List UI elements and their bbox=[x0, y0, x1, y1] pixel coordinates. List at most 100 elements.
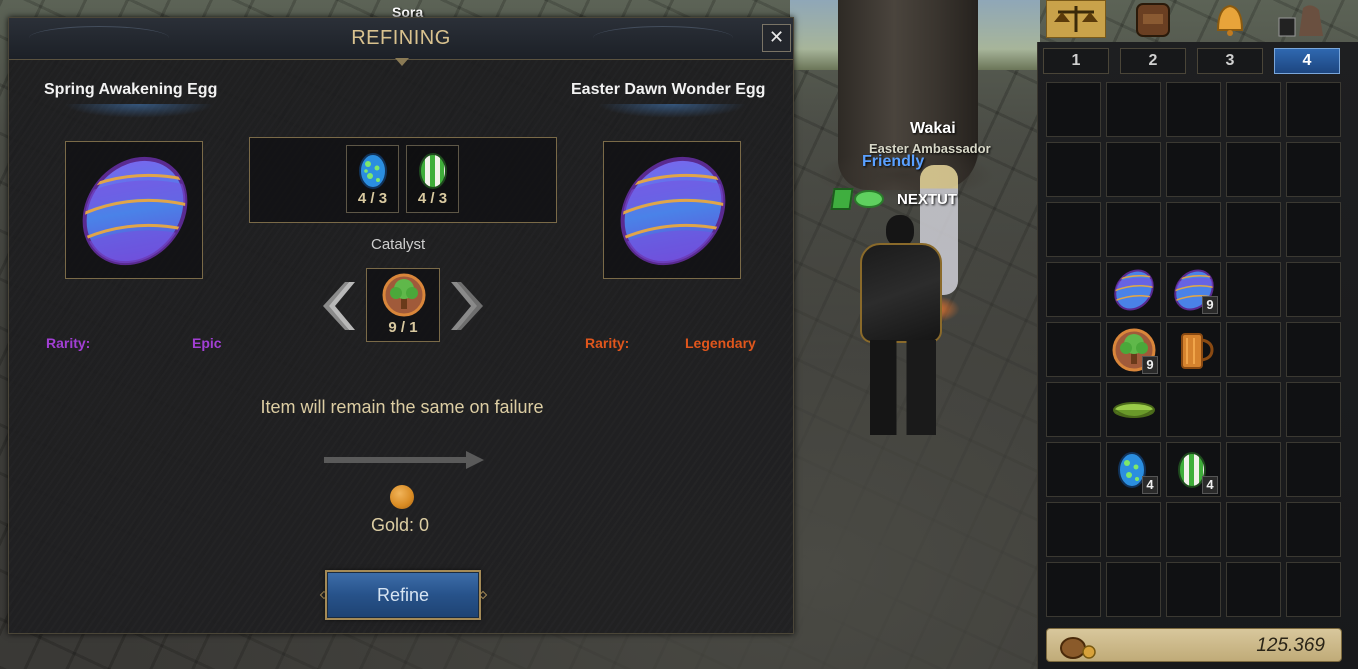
source-rarity-label: Rarity: bbox=[46, 335, 91, 351]
inventory-slot[interactable] bbox=[1286, 562, 1341, 617]
previous-catalyst-arrow-icon[interactable] bbox=[319, 280, 355, 332]
purple-egg-icon bbox=[78, 156, 192, 266]
inventory-tab-2[interactable]: 2 bbox=[1120, 48, 1186, 74]
inventory-slot[interactable]: 4 bbox=[1106, 442, 1161, 497]
gold-cost: Gold: 0 bbox=[371, 515, 430, 535]
inventory-slot[interactable] bbox=[1286, 322, 1341, 377]
close-button[interactable]: ✕ bbox=[762, 24, 791, 52]
inventory-slot[interactable]: 4 bbox=[1166, 442, 1221, 497]
inventory-slot[interactable] bbox=[1286, 202, 1341, 257]
inventory-slot[interactable] bbox=[1106, 142, 1161, 197]
material-count: 4 / 3 bbox=[357, 190, 388, 207]
inventory-slot[interactable] bbox=[1286, 142, 1341, 197]
inventory-slot[interactable] bbox=[1046, 502, 1101, 557]
inventory-slot[interactable] bbox=[1046, 142, 1101, 197]
inventory-tab-3[interactable]: 3 bbox=[1197, 48, 1263, 74]
inventory-slot[interactable] bbox=[1226, 262, 1281, 317]
inventory-slot[interactable] bbox=[1226, 502, 1281, 557]
source-item-name: Spring Awakening Egg bbox=[44, 81, 218, 98]
inventory-slot[interactable] bbox=[1226, 82, 1281, 137]
inventory-slot[interactable]: 9 bbox=[1106, 322, 1161, 377]
inventory-slot[interactable] bbox=[1286, 262, 1341, 317]
inventory-slot[interactable] bbox=[1286, 82, 1341, 137]
inventory-slot[interactable] bbox=[1286, 442, 1341, 497]
inventory-slot[interactable] bbox=[1226, 322, 1281, 377]
backpack-icon[interactable] bbox=[1123, 0, 1183, 38]
inventory-slot[interactable] bbox=[1226, 562, 1281, 617]
source-item-slot[interactable] bbox=[65, 141, 203, 279]
wooden-mug-icon bbox=[1181, 333, 1214, 369]
inventory-slot[interactable]: 9 bbox=[1166, 262, 1221, 317]
inventory-slot[interactable] bbox=[1046, 442, 1101, 497]
guild-emblem-icon bbox=[830, 186, 890, 212]
inventory-tab-4[interactable]: 4 bbox=[1274, 48, 1340, 74]
inventory-slot[interactable] bbox=[1046, 382, 1101, 437]
source-rarity-value: Epic bbox=[192, 335, 222, 351]
inventory-slot[interactable] bbox=[1046, 82, 1101, 137]
inventory-slot[interactable] bbox=[1226, 202, 1281, 257]
catalyst-label: Catalyst bbox=[371, 236, 426, 253]
material-slot[interactable]: 4 / 3 bbox=[406, 145, 459, 213]
scales-icon[interactable] bbox=[1046, 0, 1106, 38]
inventory-slot[interactable] bbox=[1106, 382, 1161, 437]
inventory-slot[interactable] bbox=[1226, 442, 1281, 497]
inventory-slot[interactable] bbox=[1106, 82, 1161, 137]
inventory-slot[interactable] bbox=[1106, 562, 1161, 617]
next-catalyst-arrow-icon[interactable] bbox=[451, 280, 487, 332]
inventory-slot[interactable] bbox=[1166, 562, 1221, 617]
catalyst-slot[interactable]: 9 / 1 bbox=[366, 268, 440, 342]
gold-balance: 125.369 bbox=[1256, 635, 1325, 656]
inventory-slot[interactable] bbox=[1166, 502, 1221, 557]
inventory-slot[interactable] bbox=[1166, 142, 1221, 197]
required-materials-panel: 4 / 3 4 / 3 bbox=[249, 137, 557, 223]
result-item-name: Easter Dawn Wonder Egg bbox=[571, 81, 766, 98]
player-character[interactable] bbox=[848, 215, 958, 440]
window-title: REFINING bbox=[351, 27, 451, 49]
inventory-slot[interactable] bbox=[1106, 502, 1161, 557]
inventory-slot[interactable] bbox=[1046, 202, 1101, 257]
inventory-slot[interactable] bbox=[1106, 262, 1161, 317]
catalyst-count: 9 / 1 bbox=[388, 319, 418, 336]
inventory-slot[interactable] bbox=[1226, 382, 1281, 437]
inventory-slot[interactable] bbox=[1286, 382, 1341, 437]
gold-balance-bar: 125.369 bbox=[1046, 628, 1342, 662]
inventory-slot[interactable] bbox=[1166, 202, 1221, 257]
result-item-slot[interactable] bbox=[603, 141, 741, 279]
name-underglow bbox=[597, 104, 747, 118]
failure-notice: Item will remain the same on failure bbox=[260, 397, 544, 417]
purple-egg-icon bbox=[616, 156, 730, 266]
material-count: 4 / 3 bbox=[417, 190, 448, 207]
inventory-panel: 1 2 3 4 9 9 4 4 125.369 bbox=[1037, 42, 1358, 669]
name-underglow bbox=[64, 104, 214, 118]
inventory-grid: 9 9 4 4 bbox=[1046, 82, 1343, 617]
inventory-slot[interactable] bbox=[1046, 262, 1101, 317]
inventory-slot[interactable] bbox=[1166, 82, 1221, 137]
blue-spotted-egg-icon bbox=[359, 153, 387, 189]
purple-egg-icon bbox=[1112, 269, 1156, 311]
refining-window: REFINING ✕ Spring Awakening Egg Easter D… bbox=[8, 17, 794, 634]
title-notch-icon bbox=[395, 58, 409, 66]
npc-status: Friendly bbox=[862, 153, 925, 170]
bell-icon[interactable] bbox=[1200, 0, 1260, 38]
inventory-slot[interactable] bbox=[1106, 202, 1161, 257]
inventory-slot[interactable] bbox=[1286, 502, 1341, 557]
inventory-slot[interactable] bbox=[1166, 322, 1221, 377]
result-rarity-label: Rarity: bbox=[585, 335, 630, 351]
green-bowl-icon bbox=[1113, 402, 1155, 418]
refine-button[interactable]: Refine bbox=[325, 570, 481, 620]
character-body bbox=[860, 243, 942, 343]
character-legs bbox=[870, 340, 936, 435]
coin-pouch-icon bbox=[1060, 637, 1096, 659]
inventory-slot[interactable] bbox=[1226, 142, 1281, 197]
inventory-slot[interactable] bbox=[1046, 562, 1101, 617]
stack-count: 4 bbox=[1202, 476, 1218, 494]
mount-icon[interactable] bbox=[1277, 0, 1337, 38]
inventory-tab-1[interactable]: 1 bbox=[1043, 48, 1109, 74]
stack-count: 4 bbox=[1142, 476, 1158, 494]
material-slot[interactable]: 4 / 3 bbox=[346, 145, 399, 213]
inventory-slot[interactable] bbox=[1046, 322, 1101, 377]
inventory-slot[interactable] bbox=[1166, 382, 1221, 437]
stack-count: 9 bbox=[1202, 296, 1218, 314]
menu-icon-bar bbox=[1040, 0, 1358, 42]
result-rarity-value: Legendary bbox=[685, 335, 756, 351]
